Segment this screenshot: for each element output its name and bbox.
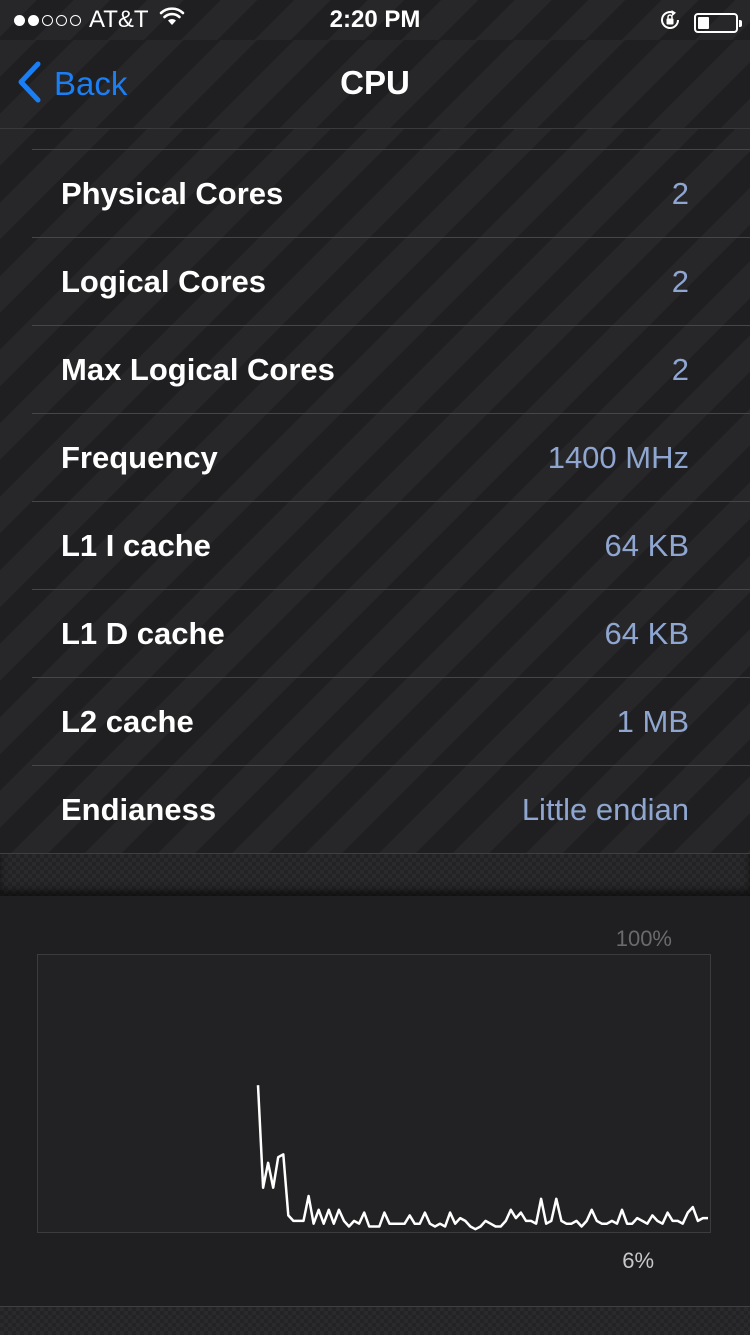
list-row-l1-i-cache: L1 I cache 64 KB <box>0 502 750 590</box>
list-row-max-logical-cores: Max Logical Cores 2 <box>0 326 750 414</box>
row-label: Endianess <box>61 792 217 827</box>
row-value: Little endian <box>521 792 689 827</box>
list-row-l1-d-cache: L1 D cache 64 KB <box>0 590 750 678</box>
row-value: 1 MB <box>616 704 689 739</box>
row-label: Logical Cores <box>61 264 266 299</box>
row-value: 1400 MHz <box>547 440 689 475</box>
row-value: 2 <box>671 352 689 387</box>
battery-icon <box>694 12 742 33</box>
list-row-l2-cache: L2 cache 1 MB <box>0 678 750 766</box>
status-bar: AT&T 2:20 PM <box>0 0 750 40</box>
status-right <box>658 8 742 37</box>
row-label: Max Logical Cores <box>61 352 335 387</box>
cpu-info-list: Physical Cores 2 Logical Cores 2 Max Log… <box>0 129 750 853</box>
navigation-bar: Back CPU <box>0 40 750 129</box>
row-label: Frequency <box>61 440 218 475</box>
cpu-usage-graph <box>37 954 711 1233</box>
list-row-endianess: Endianess Little endian <box>0 766 750 854</box>
chart-max-label: 100% <box>615 926 672 951</box>
row-label: L1 D cache <box>61 616 225 651</box>
list-row-frequency: Frequency 1400 MHz <box>0 414 750 502</box>
cpu-usage-line <box>256 1085 708 1231</box>
chart-current-label: 6% <box>622 1248 654 1273</box>
battery-fill <box>698 16 709 29</box>
section-divider <box>0 853 750 896</box>
status-time: 2:20 PM <box>329 6 421 33</box>
row-label: L1 I cache <box>61 528 211 563</box>
row-label: Physical Cores <box>61 176 284 211</box>
cpu-usage-panel: 100% 6% <box>0 896 750 1306</box>
row-value: 2 <box>671 176 689 211</box>
row-value: 2 <box>671 264 689 299</box>
row-label: L2 cache <box>61 704 194 739</box>
cpu-usage-svg <box>256 1085 708 1231</box>
bottom-divider <box>0 1306 750 1335</box>
rotation-lock-icon <box>658 8 682 37</box>
row-value: 64 KB <box>604 528 689 563</box>
list-row-physical-cores: Physical Cores 2 <box>0 150 750 238</box>
list-row-logical-cores: Logical Cores 2 <box>0 238 750 326</box>
row-value: 64 KB <box>604 616 689 651</box>
page-title: CPU <box>340 64 410 101</box>
